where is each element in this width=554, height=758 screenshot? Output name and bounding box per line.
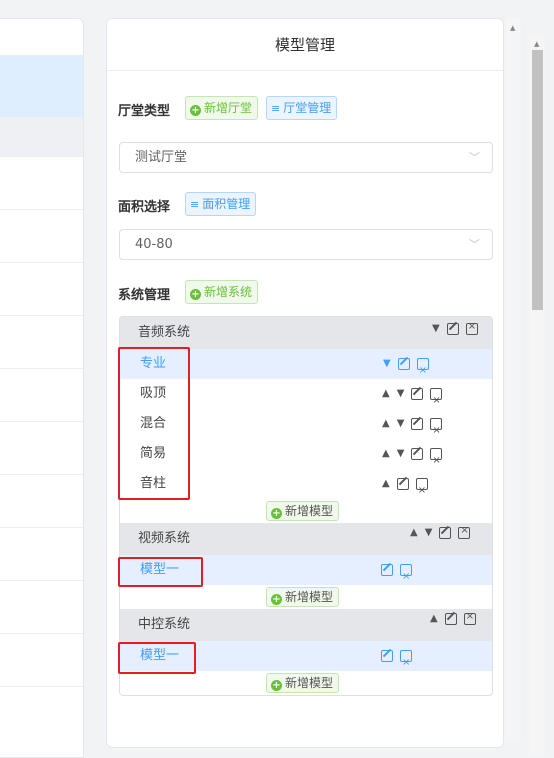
caret-down-icon[interactable]: ▼: [397, 419, 405, 429]
caret-up-icon[interactable]: ▲: [410, 528, 418, 538]
panel-title: 模型管理: [107, 19, 503, 71]
table-row[interactable]: [0, 475, 83, 528]
scroll-up-icon[interactable]: ▲: [534, 40, 539, 48]
edit-icon[interactable]: [439, 527, 452, 539]
left-table-panel: [0, 18, 84, 758]
right-scrollbar[interactable]: ▲: [506, 18, 521, 740]
edit-icon[interactable]: [381, 650, 393, 662]
delete-folder-icon[interactable]: [430, 416, 443, 446]
table-row[interactable]: [0, 581, 83, 634]
item-ops: [381, 641, 412, 678]
area-label: 面积选择: [118, 200, 171, 215]
table-row[interactable]: [0, 117, 83, 157]
chevron-down-icon: ﹀: [469, 151, 480, 164]
table-row[interactable]: [0, 528, 83, 581]
add-model-button[interactable]: + 新增模型: [266, 501, 340, 521]
add-model-button[interactable]: + 新增模型: [266, 587, 340, 607]
plus-circle-icon: +: [190, 289, 201, 300]
item-ops: [381, 555, 412, 592]
table-row[interactable]: [0, 210, 83, 263]
delete-folder-icon[interactable]: [430, 446, 443, 476]
highlight-box: [118, 347, 190, 500]
add-system-button[interactable]: + 新增系统: [185, 280, 259, 304]
group-ops: ▲ ▼: [410, 523, 471, 543]
item-ops: ▼: [383, 349, 429, 386]
caret-up-icon[interactable]: ▲: [382, 419, 390, 429]
edit-icon[interactable]: [411, 448, 424, 460]
delete-folder-icon[interactable]: [400, 648, 412, 678]
table-row[interactable]: [0, 263, 83, 316]
caret-down-icon[interactable]: ▼: [425, 528, 433, 538]
table-row[interactable]: [0, 316, 83, 369]
group-ops: ▲: [430, 609, 476, 629]
item-ops: ▲ ▼: [382, 409, 443, 446]
edit-icon[interactable]: [444, 613, 457, 625]
hall-type-label: 厅堂类型: [118, 104, 171, 119]
edit-icon[interactable]: [411, 388, 424, 400]
system-label: 系统管理: [118, 288, 171, 303]
table-row[interactable]: [0, 369, 83, 422]
highlight-box: [118, 557, 203, 587]
hall-type-select[interactable]: 测试厅堂 ﹀: [119, 142, 493, 173]
area-manage-button[interactable]: ≡ 面积管理: [185, 192, 257, 216]
item-ops: ▲: [382, 469, 428, 506]
delete-folder-icon[interactable]: [458, 525, 471, 539]
item-ops: ▲ ▼: [382, 379, 443, 416]
plus-circle-icon: +: [271, 508, 282, 519]
highlight-box: [118, 642, 196, 674]
item-ops: ▲ ▼: [382, 439, 443, 476]
delete-folder-icon[interactable]: [416, 356, 429, 386]
caret-down-icon[interactable]: ▼: [397, 389, 405, 399]
delete-folder-icon[interactable]: [430, 386, 443, 416]
chevron-down-icon: ﹀: [469, 238, 480, 251]
caret-up-icon[interactable]: ▲: [382, 389, 390, 399]
delete-folder-icon[interactable]: [415, 476, 428, 506]
edit-icon[interactable]: [411, 418, 424, 430]
plus-circle-icon: +: [271, 680, 282, 691]
edit-icon[interactable]: [446, 323, 459, 335]
hall-manage-button[interactable]: ≡ 厅堂管理: [266, 96, 338, 120]
left-scrollbar[interactable]: ▲: [530, 36, 545, 756]
edit-icon[interactable]: [397, 358, 410, 370]
caret-up-icon[interactable]: ▲: [430, 614, 438, 624]
edit-icon[interactable]: [381, 564, 393, 576]
scroll-thumb[interactable]: [532, 50, 543, 310]
plus-circle-icon: +: [190, 105, 201, 116]
area-select[interactable]: 40-80 ﹀: [119, 229, 493, 260]
list-icon: ≡: [190, 198, 200, 211]
add-hall-button[interactable]: + 新增厅堂: [185, 96, 259, 120]
group-ops: ▼: [432, 319, 478, 339]
caret-up-icon[interactable]: ▲: [382, 449, 390, 459]
table-row[interactable]: [0, 634, 83, 687]
edit-icon[interactable]: [396, 478, 409, 490]
list-icon: ≡: [271, 102, 281, 115]
caret-down-icon[interactable]: ▼: [383, 359, 391, 369]
scroll-up-icon[interactable]: ▲: [510, 24, 515, 32]
caret-down-icon[interactable]: ▼: [432, 324, 440, 334]
delete-folder-icon[interactable]: [465, 321, 478, 335]
caret-down-icon[interactable]: ▼: [397, 449, 405, 459]
table-row[interactable]: [0, 422, 83, 475]
add-model-button[interactable]: + 新增模型: [266, 673, 340, 693]
delete-folder-icon[interactable]: [400, 562, 412, 592]
table-row[interactable]: [0, 157, 83, 210]
table-row[interactable]: [0, 55, 83, 117]
caret-up-icon[interactable]: ▲: [382, 479, 390, 489]
delete-folder-icon[interactable]: [463, 611, 476, 625]
plus-circle-icon: +: [271, 594, 282, 605]
